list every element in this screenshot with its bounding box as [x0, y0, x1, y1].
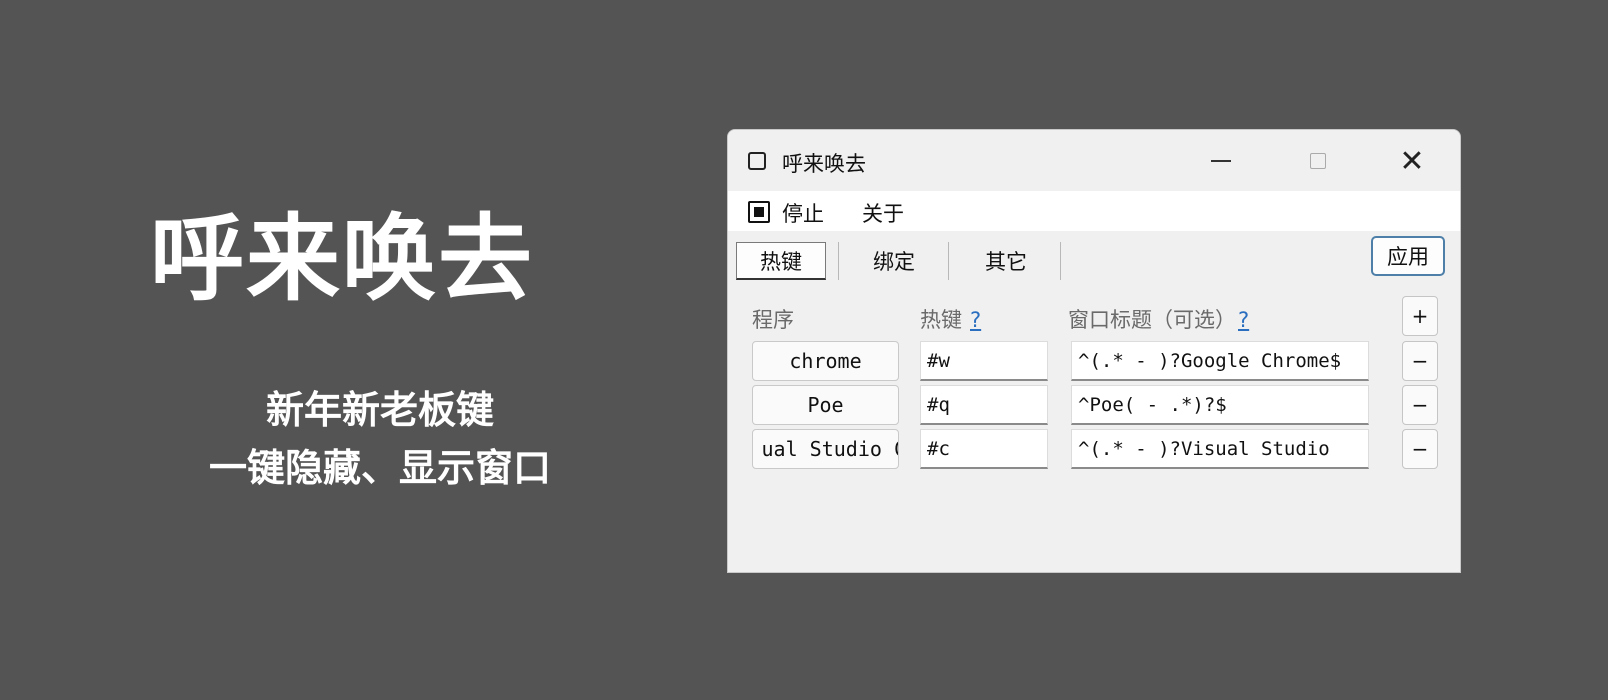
column-header-title: 窗口标题（可选）?: [1068, 304, 1249, 334]
hotkey-help-link[interactable]: ?: [970, 308, 981, 332]
program-button[interactable]: Poe: [752, 385, 899, 425]
app-icon: [748, 152, 766, 170]
title-bar: 呼来唤去 ✕: [728, 130, 1460, 191]
remove-row-button[interactable]: −: [1402, 341, 1438, 381]
tab-divider: [1060, 242, 1061, 280]
remove-row-button[interactable]: −: [1402, 429, 1438, 469]
window-title-input[interactable]: ^(.* - )?Google Chrome$: [1071, 341, 1369, 381]
maximize-icon: [1310, 153, 1326, 169]
hero-title: 呼来唤去: [150, 205, 535, 314]
remove-row-button[interactable]: −: [1402, 385, 1438, 425]
tab-bindings[interactable]: 绑定: [844, 242, 944, 280]
hero-subtitle-2: 一键隐藏、显示窗口: [208, 446, 551, 490]
hotkey-input[interactable]: #q: [920, 385, 1048, 425]
program-button[interactable]: ual Studio C: [752, 429, 899, 469]
window-title-input[interactable]: ^(.* - )?Visual Studio: [1071, 429, 1369, 469]
stop-icon[interactable]: [748, 201, 770, 223]
tab-hotkeys[interactable]: 热键: [736, 242, 826, 280]
minimize-button[interactable]: [1198, 142, 1244, 180]
column-header-program: 程序: [752, 308, 794, 332]
hotkey-input[interactable]: #c: [920, 429, 1048, 469]
tab-divider: [838, 242, 839, 280]
tab-other[interactable]: 其它: [956, 242, 1056, 280]
tab-divider: [948, 242, 949, 280]
maximize-button[interactable]: [1295, 142, 1341, 180]
column-header-title-label: 窗口标题（可选）: [1068, 308, 1236, 332]
window-title: 呼来唤去: [782, 152, 866, 176]
add-row-button[interactable]: +: [1402, 296, 1438, 336]
hotkey-input[interactable]: #w: [920, 341, 1048, 381]
app-window: 呼来唤去 ✕ 停止 关于 热键 绑定 其它 应用 程序 热键? 窗口标题（可选）…: [727, 129, 1461, 573]
program-button-label: ual Studio C: [761, 437, 899, 461]
hero-subtitle-1: 新年新老板键: [265, 388, 494, 432]
close-button[interactable]: ✕: [1389, 142, 1435, 180]
window-title-input[interactable]: ^Poe( - .*)?$: [1071, 385, 1369, 425]
column-header-hotkey-label: 热键: [920, 308, 962, 332]
program-button[interactable]: chrome: [752, 341, 899, 381]
apply-button[interactable]: 应用: [1371, 236, 1445, 276]
column-header-hotkey: 热键?: [920, 304, 981, 334]
minimize-icon: [1211, 160, 1231, 162]
title-help-link[interactable]: ?: [1238, 308, 1249, 332]
menu-item-about[interactable]: 关于: [862, 198, 904, 228]
menu-bar: 停止 关于: [728, 191, 1460, 231]
menu-item-stop[interactable]: 停止: [782, 198, 824, 228]
